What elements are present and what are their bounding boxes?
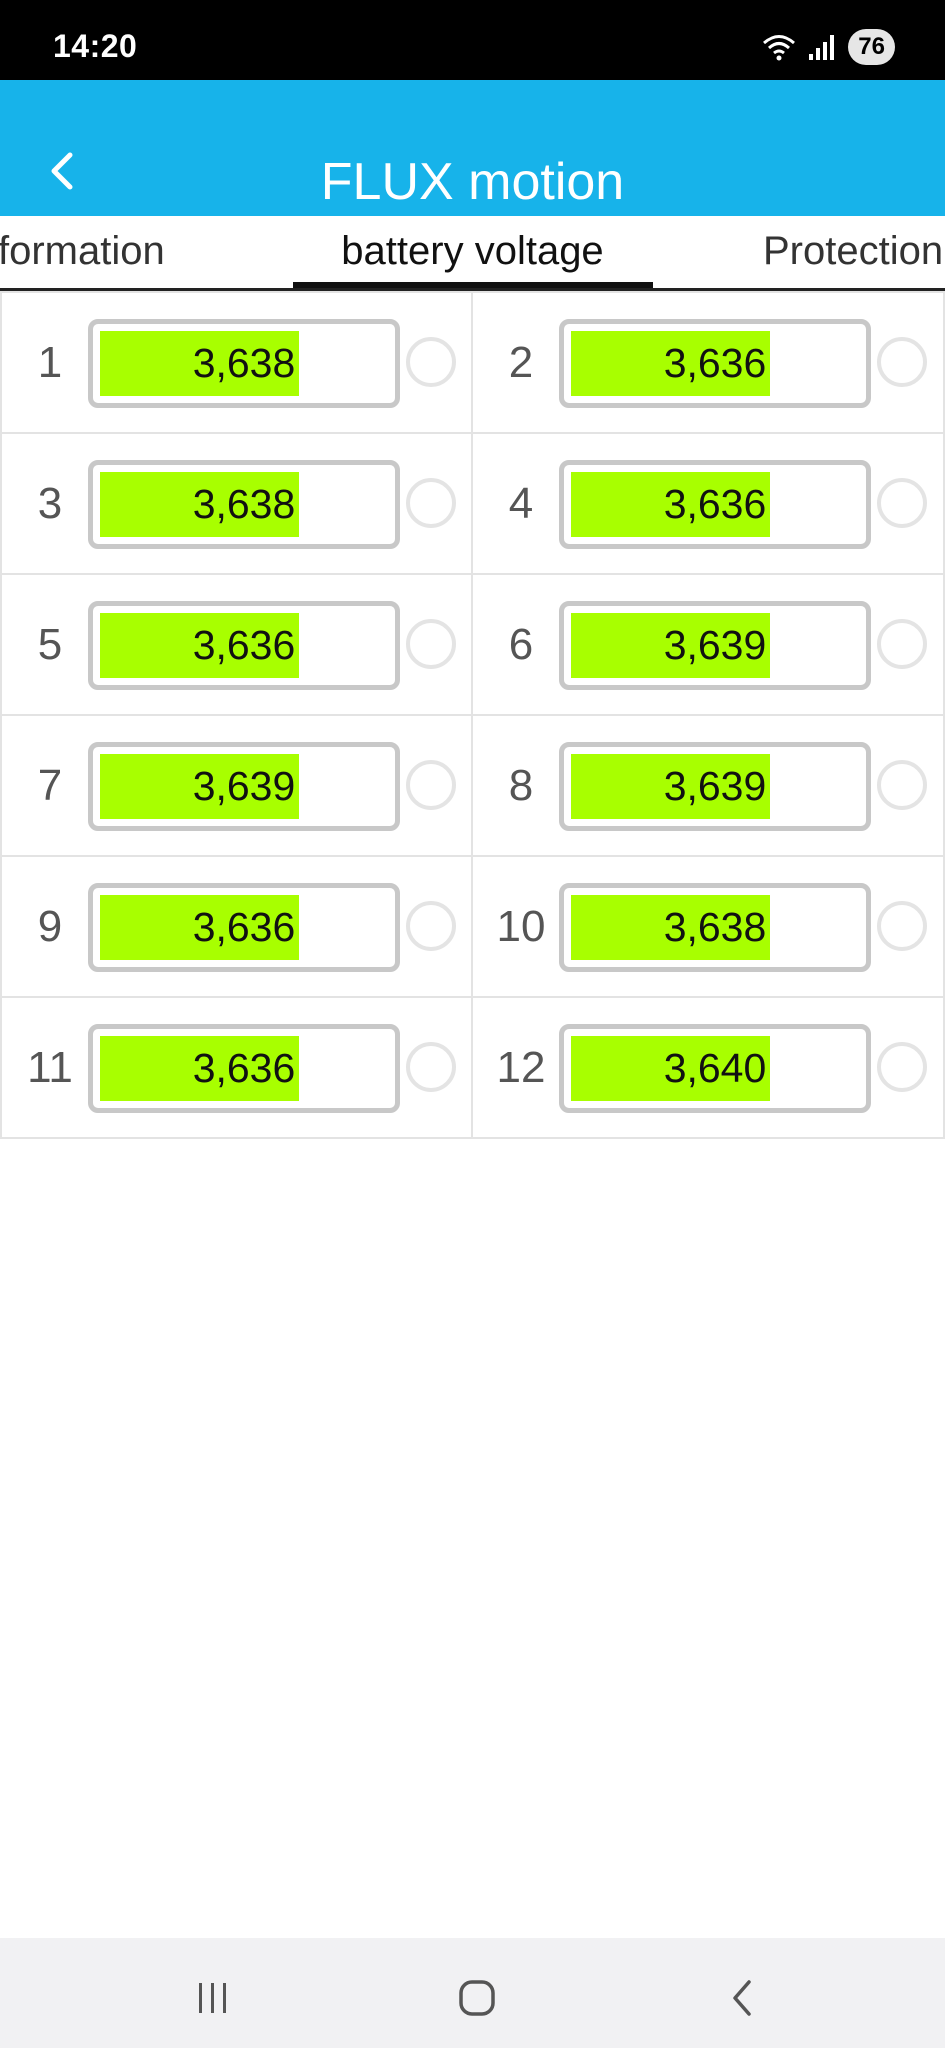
cell-index: 5 xyxy=(37,620,63,669)
recent-apps-icon xyxy=(199,1983,226,2013)
cell-select-radio[interactable] xyxy=(877,901,927,951)
voltage-bar: 3,636 xyxy=(559,319,871,408)
cell-item: 11 3,636 xyxy=(2,998,473,1139)
cell-item: 6 3,639 xyxy=(473,575,945,716)
cell-select-radio[interactable] xyxy=(877,760,927,810)
cell-select-radio[interactable] xyxy=(406,1042,456,1092)
wifi-icon xyxy=(763,35,796,61)
cell-index: 1 xyxy=(37,338,63,387)
voltage-bar: 3,638 xyxy=(88,460,400,549)
status-bar: 14:20 76 xyxy=(0,0,945,80)
voltage-bar: 3,636 xyxy=(88,883,400,972)
cell-index: 6 xyxy=(508,620,534,669)
cell-item: 12 3,640 xyxy=(473,998,945,1139)
voltage-value: 3,639 xyxy=(663,763,767,809)
cell-index: 3 xyxy=(37,479,63,528)
cell-item: 1 3,638 xyxy=(2,293,473,434)
voltage-value: 3,636 xyxy=(192,622,296,668)
voltage-value: 3,636 xyxy=(192,1045,296,1091)
voltage-value: 3,636 xyxy=(663,481,767,527)
cell-index: 12 xyxy=(496,1043,546,1092)
recent-apps-button[interactable] xyxy=(183,1968,243,2028)
cell-select-radio[interactable] xyxy=(877,619,927,669)
app-title: FLUX motion xyxy=(320,153,625,211)
cell-select-radio[interactable] xyxy=(406,337,456,387)
tab-active-indicator xyxy=(293,282,653,288)
voltage-value: 3,638 xyxy=(192,481,296,527)
system-nav-bar xyxy=(0,1938,945,2048)
signal-icon xyxy=(809,35,835,60)
voltage-bar: 3,638 xyxy=(559,883,871,972)
cell-item: 7 3,639 xyxy=(2,716,473,857)
battery-level-badge: 76 xyxy=(848,29,895,65)
voltage-bar: 3,639 xyxy=(559,601,871,690)
cell-item: 10 3,638 xyxy=(473,857,945,998)
status-time: 14:20 xyxy=(53,28,138,64)
nav-back-button[interactable] xyxy=(712,1968,772,2028)
home-button[interactable] xyxy=(447,1968,507,2028)
cell-select-radio[interactable] xyxy=(877,1042,927,1092)
tab-bar: formation battery voltage Protection xyxy=(0,216,945,291)
voltage-bar: 3,636 xyxy=(559,460,871,549)
voltage-value: 3,640 xyxy=(663,1045,767,1091)
voltage-bar: 3,638 xyxy=(88,319,400,408)
cell-select-radio[interactable] xyxy=(406,760,456,810)
voltage-bar: 3,636 xyxy=(88,601,400,690)
cell-index: 10 xyxy=(496,902,546,951)
tab-protection[interactable]: Protection xyxy=(763,226,943,276)
voltage-value: 3,639 xyxy=(663,622,767,668)
cell-item: 5 3,636 xyxy=(2,575,473,716)
cell-item: 3 3,638 xyxy=(2,434,473,575)
cell-index: 4 xyxy=(508,479,534,528)
cell-index: 2 xyxy=(508,338,534,387)
cell-select-radio[interactable] xyxy=(406,478,456,528)
voltage-value: 3,638 xyxy=(192,340,296,386)
voltage-value: 3,636 xyxy=(192,904,296,950)
voltage-bar: 3,636 xyxy=(88,1024,400,1113)
status-icons: 76 xyxy=(762,28,895,66)
cell-index: 7 xyxy=(37,761,63,810)
voltage-bar: 3,639 xyxy=(559,742,871,831)
cell-voltage-grid: 1 3,638 2 3,636 3 3,638 4 3,636 5 3,636 … xyxy=(0,291,945,1139)
voltage-bar: 3,639 xyxy=(88,742,400,831)
voltage-value: 3,636 xyxy=(663,340,767,386)
voltage-value: 3,639 xyxy=(192,763,296,809)
cell-select-radio[interactable] xyxy=(877,478,927,528)
cell-select-radio[interactable] xyxy=(406,619,456,669)
back-icon xyxy=(733,1980,751,2016)
cell-item: 2 3,636 xyxy=(473,293,945,434)
cell-item: 4 3,636 xyxy=(473,434,945,575)
cell-select-radio[interactable] xyxy=(877,337,927,387)
cell-select-radio[interactable] xyxy=(406,901,456,951)
app-bar: FLUX motion xyxy=(0,80,945,216)
cell-index: 8 xyxy=(508,761,534,810)
cell-index: 9 xyxy=(37,902,63,951)
home-icon xyxy=(459,1980,495,2016)
cell-index: 11 xyxy=(27,1043,73,1092)
voltage-value: 3,638 xyxy=(663,904,767,950)
cell-item: 8 3,639 xyxy=(473,716,945,857)
voltage-bar: 3,640 xyxy=(559,1024,871,1113)
cell-item: 9 3,636 xyxy=(2,857,473,998)
